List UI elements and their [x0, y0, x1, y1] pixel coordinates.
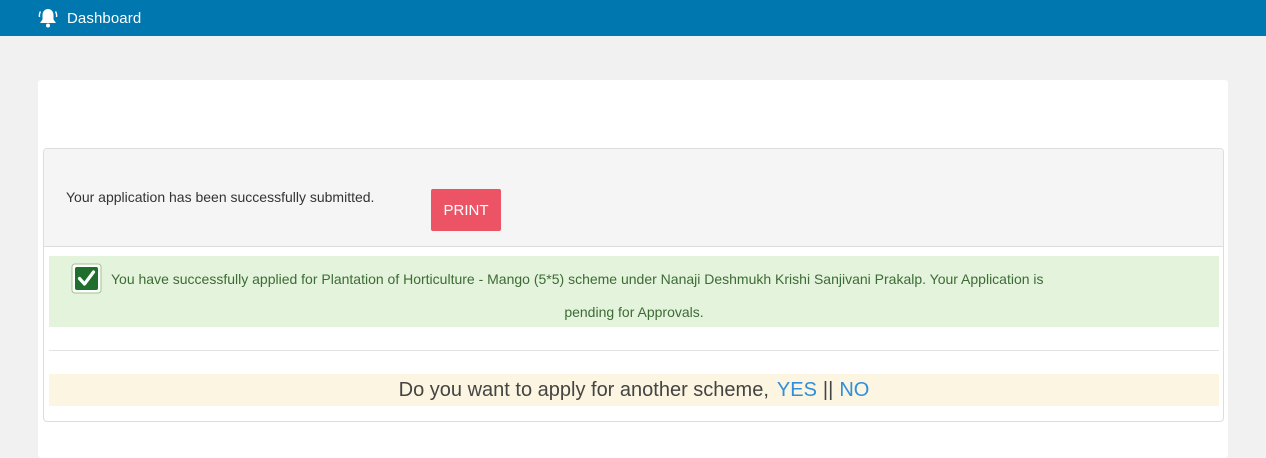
yes-link[interactable]: YES	[777, 379, 817, 402]
bell-icon[interactable]	[37, 7, 59, 29]
print-button[interactable]: PRINT	[431, 189, 501, 231]
divider	[49, 350, 1219, 351]
checkbox-check-icon	[71, 263, 102, 294]
submission-message: Your application has been successfully s…	[66, 189, 375, 205]
result-panel: Your application has been successfully s…	[43, 148, 1224, 422]
link-separator: ||	[822, 378, 834, 401]
success-message-line2: pending for Approvals.	[564, 304, 704, 320]
no-link[interactable]: NO	[839, 379, 869, 402]
dashboard-title[interactable]: Dashboard	[67, 10, 141, 27]
another-scheme-question: Do you want to apply for another scheme,	[398, 378, 769, 401]
success-alert: You have successfully applied for Planta…	[49, 256, 1219, 327]
success-message-line1: You have successfully applied for Planta…	[111, 271, 1044, 287]
top-nav-bar: Dashboard	[0, 0, 1266, 36]
panel-heading: Your application has been successfully s…	[44, 149, 1223, 247]
another-scheme-prompt: Do you want to apply for another scheme,…	[49, 374, 1219, 406]
